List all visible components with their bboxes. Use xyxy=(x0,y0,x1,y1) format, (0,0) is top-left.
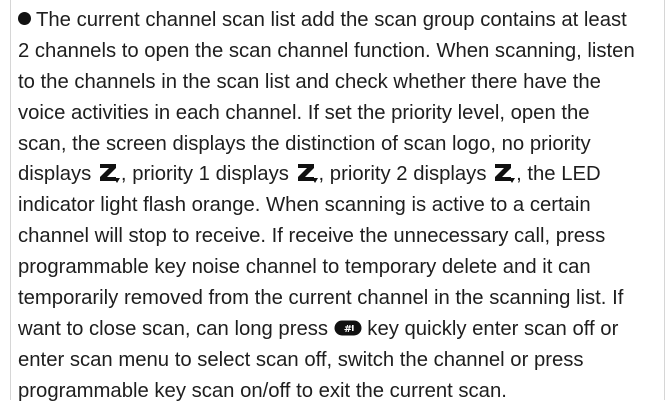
text-line: voice activities in each channel. If set… xyxy=(18,101,590,124)
text-fragment: , the LED xyxy=(516,163,601,186)
scan-no-priority-icon xyxy=(99,164,120,184)
text-line: want to close scan, can long press # key… xyxy=(18,314,666,345)
text-line: enter scan menu to select scan off, swit… xyxy=(18,348,584,371)
text-line: channel will stop to receive. If receive… xyxy=(18,225,606,248)
text-line: programmable key scan on/off to exit the… xyxy=(18,379,507,402)
scan-description-paragraph: The current channel scan list add the sc… xyxy=(18,5,666,407)
text-line: to the channels in the scan list and che… xyxy=(18,70,601,93)
text-line: indicator light flash orange. When scann… xyxy=(18,194,591,217)
text-line: displays , priority 1 displays , priorit… xyxy=(18,159,666,190)
left-border-rule xyxy=(10,0,11,400)
text-fragment: The current channel scan list add the sc… xyxy=(36,9,627,31)
text-line: The current channel scan list add the sc… xyxy=(18,5,666,36)
text-fragment: displays xyxy=(18,163,97,186)
text-fragment: , priority 1 displays xyxy=(120,163,295,186)
text-line: 2 channels to open the scan channel func… xyxy=(18,39,635,62)
svg-text:#: # xyxy=(343,324,351,335)
text-line: scan, the screen displays the distinctio… xyxy=(18,132,591,155)
text-line: programmable key noise channel to tempor… xyxy=(18,256,591,279)
text-line: temporarily removed from the current cha… xyxy=(18,287,624,310)
text-fragment: key quickly enter scan off or xyxy=(361,317,619,340)
text-fragment: , priority 2 displays xyxy=(318,163,493,186)
scan-priority-2-icon xyxy=(495,164,516,184)
document-page: The current channel scan list add the sc… xyxy=(0,0,672,402)
hash-key-icon: # xyxy=(334,320,362,336)
text-fragment: want to close scan, can long press xyxy=(18,317,334,340)
bullet-icon xyxy=(18,12,31,25)
scan-priority-1-icon xyxy=(297,164,318,184)
